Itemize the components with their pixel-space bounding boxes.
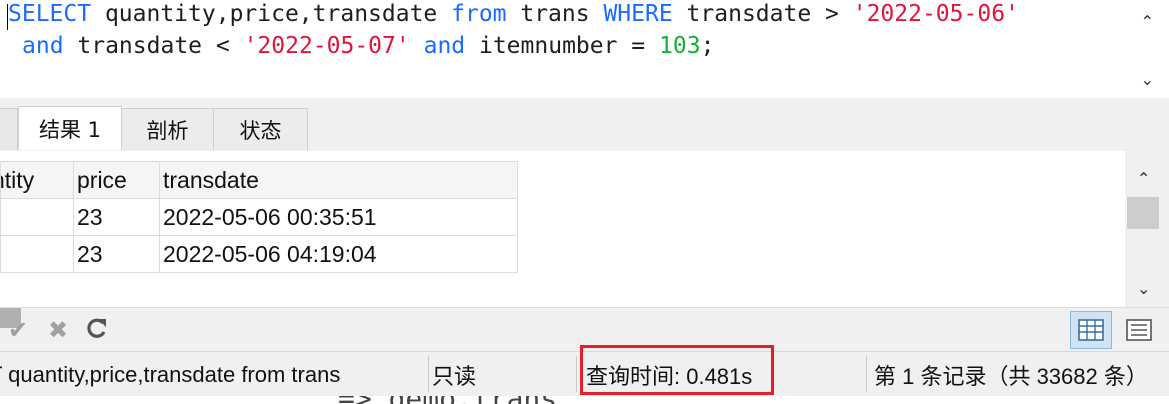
x-icon[interactable]: ✖ [48, 316, 68, 344]
cell-price[interactable]: 23 [73, 198, 160, 236]
column-header-quantity[interactable]: ntity [0, 161, 74, 199]
query-time-highlight-box [580, 345, 774, 395]
status-divider [866, 356, 867, 392]
sql-line-1[interactable]: SELECT quantity,price,transdate from tra… [8, 1, 1019, 27]
sql-keyword: SELECT [8, 1, 92, 27]
editor-scroll-up-icon[interactable]: ⌃ [1141, 12, 1154, 31]
tab-overflow [0, 108, 18, 150]
sql-string: '2022-05-06' [852, 1, 1019, 27]
editor-scroll-down-icon[interactable]: ⌄ [1141, 70, 1154, 89]
scroll-down-icon[interactable]: ⌄ [1137, 279, 1150, 298]
sql-keyword: from [451, 1, 507, 27]
refresh-icon[interactable] [86, 316, 108, 346]
sql-line-2[interactable]: and transdate < '2022-05-07' and itemnum… [22, 33, 714, 59]
sql-text: transdate < [63, 33, 244, 59]
sql-keyword: and [22, 33, 64, 59]
check-icon[interactable]: ✔ [8, 316, 28, 344]
grid-vertical-scrollbar[interactable]: ⌃ ⌄ [1125, 151, 1169, 307]
table-row[interactable]: 23 2022-05-06 04:19:04 [0, 235, 518, 273]
sql-text: ; [700, 33, 715, 59]
sql-string: '2022-05-07' [243, 33, 410, 59]
background-content: => demo.trans [0, 396, 1169, 404]
cell-quantity[interactable] [0, 235, 74, 273]
status-record-count: 第 1 条记录（共 33682 条） [874, 363, 1148, 389]
sql-text: quantity,price,transdate [91, 1, 452, 27]
scroll-thumb[interactable] [1127, 197, 1159, 229]
sql-number: 103 [659, 33, 701, 59]
sql-text: itemnumber = [465, 33, 660, 59]
result-grid[interactable]: ntity price transdate 23 2022-05-06 00:3… [0, 161, 518, 273]
status-readonly: 只读 [432, 363, 477, 389]
cell-transdate[interactable]: 2022-05-06 04:19:04 [159, 235, 518, 273]
table-row[interactable]: 23 2022-05-06 00:35:51 [0, 198, 518, 236]
status-divider [576, 356, 577, 392]
sql-editor[interactable]: SELECT quantity,price,transdate from tra… [0, 0, 1169, 98]
tab-result-1[interactable]: 结果 1 [18, 106, 122, 150]
grid-view-icon[interactable] [1070, 311, 1112, 349]
background-text: => demo.trans [338, 396, 557, 404]
sql-text: trans [506, 1, 604, 27]
tab-profile[interactable]: 剖析 [121, 108, 214, 150]
sql-keyword: WHERE [603, 1, 673, 27]
grid-header-row: ntity price transdate [0, 161, 518, 199]
result-tab-bar: 结果 1 剖析 状态 [0, 98, 1169, 151]
scroll-up-icon[interactable]: ⌃ [1137, 169, 1150, 188]
column-header-price[interactable]: price [73, 161, 160, 199]
sql-keyword: and [423, 33, 466, 59]
sql-text: transdate > [672, 1, 853, 27]
cell-transdate[interactable]: 2022-05-06 00:35:51 [159, 198, 518, 236]
status-sql-text: T quantity,price,transdate from trans [0, 361, 341, 387]
column-header-transdate[interactable]: transdate [159, 161, 518, 199]
status-divider [428, 356, 429, 392]
tab-status[interactable]: 状态 [213, 108, 308, 150]
cell-price[interactable]: 23 [73, 235, 160, 273]
form-view-icon[interactable] [1118, 311, 1160, 349]
status-sql: T quantity,price,transdate from trans [0, 352, 426, 397]
cell-quantity[interactable] [0, 198, 74, 236]
result-grid-area: ntity price transdate 23 2022-05-06 00:3… [0, 151, 1125, 307]
